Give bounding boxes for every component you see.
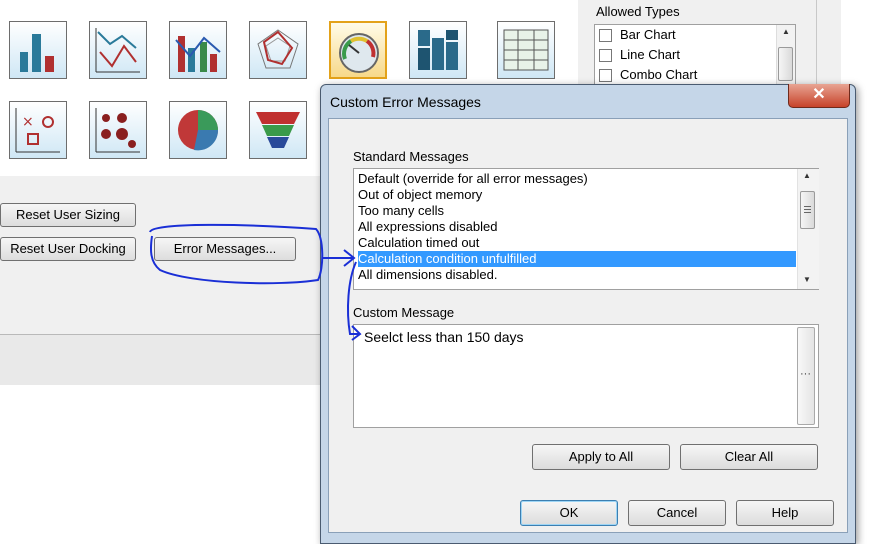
custom-message-text[interactable]: Seelct less than 150 days [364,329,524,345]
list-item[interactable]: Too many cells [358,203,796,219]
help-button[interactable]: Help [736,500,834,526]
pivot-table-icon[interactable] [497,21,555,79]
scatter-chart-icon[interactable]: × [9,101,67,159]
scroll-down-arrow-icon[interactable]: ▼ [803,275,811,284]
mekko-chart-icon[interactable] [409,21,467,79]
grid-chart-icon[interactable] [89,101,147,159]
ok-button[interactable]: OK [520,500,618,526]
line-chart-icon[interactable] [89,21,147,79]
checkbox[interactable] [599,69,612,83]
list-item[interactable]: Out of object memory [358,187,796,203]
scroll-thumb[interactable] [778,47,793,81]
list-item[interactable]: All expressions disabled [358,219,796,235]
cancel-button[interactable]: Cancel [628,500,726,526]
scroll-up-arrow-icon[interactable]: ▲ [803,171,811,180]
checkbox[interactable] [599,49,612,63]
checkbox[interactable] [599,29,612,43]
list-item[interactable]: Line Chart [599,45,680,65]
error-messages-button[interactable]: Error Messages... [154,237,296,261]
list-item[interactable]: Combo Chart [599,65,697,85]
scroll-thumb[interactable] [800,191,815,229]
list-item[interactable]: Bar Chart [599,25,676,45]
list-item[interactable]: Default (override for all error messages… [358,171,796,187]
list-item[interactable]: Calculation timed out [358,235,796,251]
svg-text:×: × [22,114,34,130]
allowed-type-label: Line Chart [620,47,680,62]
reset-user-docking-button[interactable]: Reset User Docking [0,237,136,261]
apply-to-all-button[interactable]: Apply to All [532,444,670,470]
allowed-types-title: Allowed Types [596,4,680,19]
dialog-title: Custom Error Messages [330,94,481,110]
standard-messages-scrollbar[interactable]: ▲ ▼ [797,169,819,289]
reset-user-sizing-button[interactable]: Reset User Sizing [0,203,136,227]
funnel-chart-icon[interactable] [249,101,307,159]
list-item-selected[interactable]: Calculation condition unfulfilled [358,251,796,267]
standard-messages-label: Standard Messages [353,149,469,164]
pie-chart-icon[interactable] [169,101,227,159]
close-icon[interactable]: ✕ [788,84,850,108]
scroll-up-arrow-icon[interactable]: ▲ [782,27,790,36]
list-item[interactable]: All dimensions disabled. [358,267,796,283]
clear-all-button[interactable]: Clear All [680,444,818,470]
standard-messages-list[interactable]: Default (override for all error messages… [353,168,819,290]
radar-chart-icon[interactable] [249,21,307,79]
gauge-chart-icon[interactable] [329,21,387,79]
allowed-type-label: Combo Chart [620,67,698,82]
allowed-types-list[interactable]: Bar Chart Line Chart Combo Chart [594,24,796,88]
combo-chart-icon[interactable] [169,21,227,79]
ellipsis-icon[interactable]: ··· [800,368,811,380]
allowed-type-label: Bar Chart [620,27,676,42]
allowed-types-scrollbar[interactable]: ▲ [776,25,795,87]
bar-chart-icon[interactable] [9,21,67,79]
workspace-area [0,385,330,533]
custom-message-label: Custom Message [353,305,455,320]
